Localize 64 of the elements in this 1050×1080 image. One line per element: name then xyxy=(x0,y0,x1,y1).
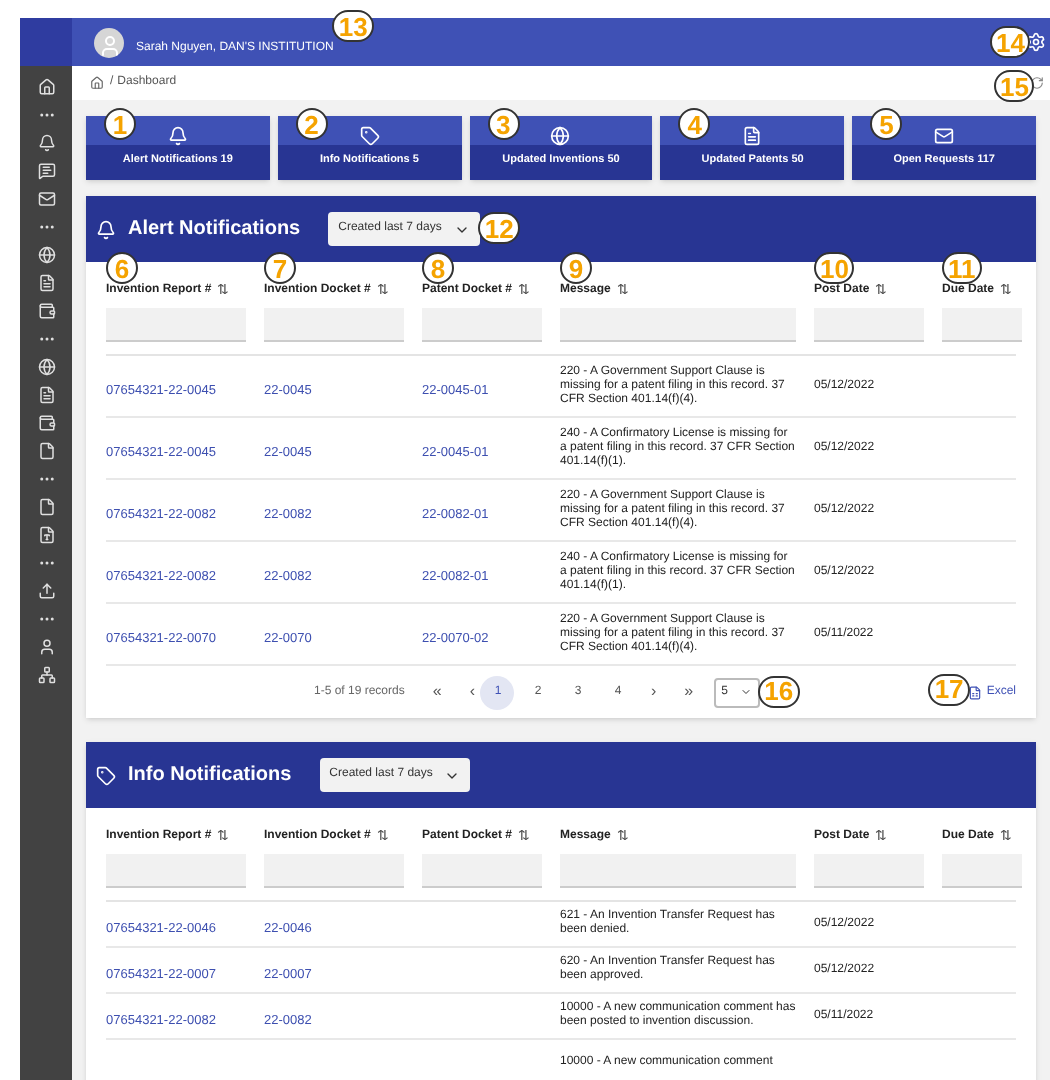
filter-field[interactable] xyxy=(560,854,796,888)
filter-field[interactable] xyxy=(560,308,796,342)
chevron-down-icon xyxy=(739,686,752,698)
wallet-icon[interactable] xyxy=(37,302,55,320)
bell-icon[interactable] xyxy=(37,134,55,152)
callout-number: 14 xyxy=(990,26,1031,58)
file-icon[interactable] xyxy=(37,442,55,460)
chat-search-icon[interactable] xyxy=(37,162,55,180)
panel-title: Alert Notifications xyxy=(128,216,301,244)
callout-number: 3 xyxy=(487,108,520,140)
callout-number: 4 xyxy=(678,108,711,140)
callout-number: 2 xyxy=(295,108,328,140)
sitemap-icon[interactable] xyxy=(37,666,55,684)
callout-number: 7 xyxy=(264,252,296,284)
callout-number: 13 xyxy=(332,10,374,42)
first-page-button[interactable]: « xyxy=(432,680,442,704)
wallet-icon[interactable] xyxy=(37,414,55,432)
sidebar-header xyxy=(20,18,72,66)
previous-page-button[interactable]: ‹ xyxy=(469,680,475,704)
card-icon xyxy=(742,126,763,147)
globe-icon[interactable] xyxy=(37,246,55,264)
upload-icon[interactable] xyxy=(37,582,55,600)
callout-number: 17 xyxy=(928,673,970,705)
card-icon xyxy=(934,126,955,147)
filter-field[interactable] xyxy=(106,308,246,342)
callout-number: 5 xyxy=(870,108,903,140)
callout-number: 9 xyxy=(560,252,592,284)
callout-number: 1 xyxy=(104,108,136,140)
callout-number: 8 xyxy=(422,252,454,284)
callout-number: 15 xyxy=(994,70,1035,102)
last-page-button[interactable]: » xyxy=(684,680,694,704)
callout-number: 10 xyxy=(814,252,855,284)
filter-field[interactable] xyxy=(942,308,1022,342)
filter-field[interactable] xyxy=(814,854,924,888)
filter-field[interactable] xyxy=(422,308,542,342)
panel-icon xyxy=(96,765,116,785)
card-icon xyxy=(359,126,380,147)
file-icon[interactable] xyxy=(37,498,55,516)
panel-icon xyxy=(96,219,116,239)
avatar xyxy=(94,27,124,57)
callout-number: 6 xyxy=(106,252,138,284)
document-icon[interactable] xyxy=(37,274,55,292)
next-page-button[interactable]: › xyxy=(650,680,657,704)
filter-field[interactable] xyxy=(264,308,404,342)
callout-number: 11 xyxy=(942,252,982,284)
filter-field[interactable] xyxy=(106,854,246,888)
panel-title: Info Notifications xyxy=(128,762,292,790)
card-icon xyxy=(167,126,188,147)
mail-icon[interactable] xyxy=(37,190,55,208)
user-icon[interactable] xyxy=(37,638,55,656)
filter-field[interactable] xyxy=(264,854,404,888)
card-icon xyxy=(550,126,571,147)
callout-number: 12 xyxy=(478,212,520,244)
document-icon[interactable] xyxy=(37,386,55,404)
refresh-icon[interactable] xyxy=(1030,76,1044,90)
settings-icon[interactable] xyxy=(1026,32,1046,52)
filter-field[interactable] xyxy=(422,854,542,888)
filter-field[interactable] xyxy=(942,854,1022,888)
pdf-file-icon[interactable] xyxy=(37,526,55,544)
filter-field[interactable] xyxy=(814,308,924,342)
callout-number: 16 xyxy=(758,675,800,707)
spreadsheet-icon xyxy=(968,685,983,699)
home-icon[interactable] xyxy=(90,76,104,90)
globe-icon[interactable] xyxy=(37,358,55,376)
